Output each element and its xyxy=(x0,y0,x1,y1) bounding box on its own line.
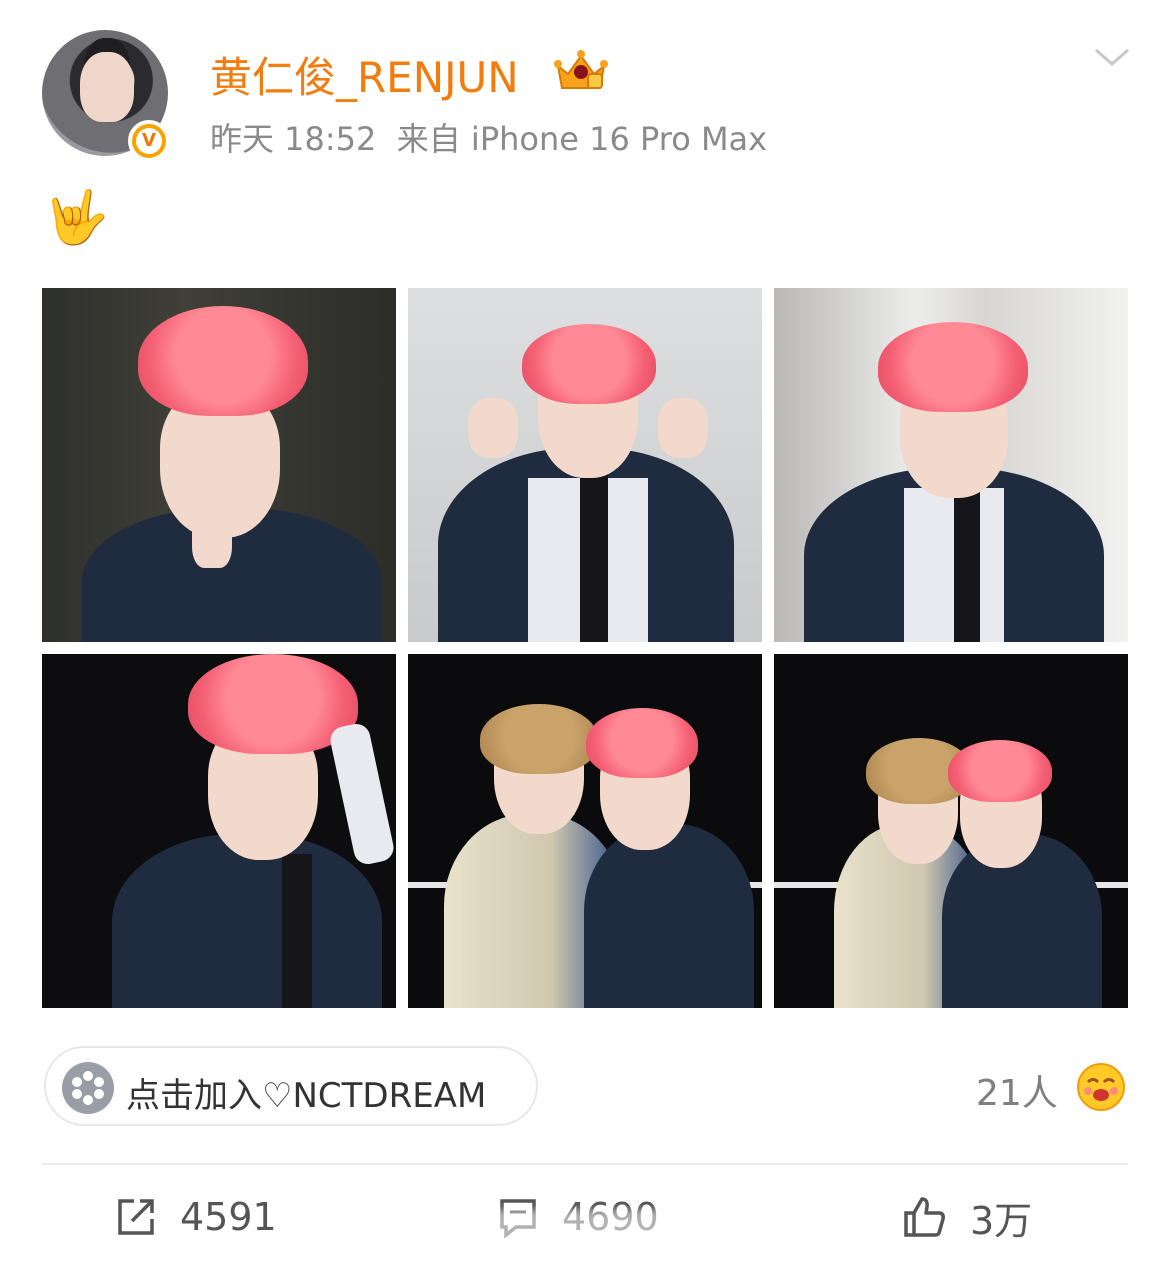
post-source: 来自 iPhone 16 Pro Max xyxy=(396,120,768,158)
chevron-down-icon[interactable] xyxy=(1092,42,1132,72)
like-button[interactable]: 3万 xyxy=(900,1190,1032,1244)
reaction-count[interactable]: 21人 xyxy=(976,1064,1058,1116)
post-time: 昨天 18:52 xyxy=(210,120,377,158)
reaction-emoji-icon[interactable] xyxy=(1076,1062,1126,1112)
photo-2[interactable] xyxy=(408,288,762,642)
repost-icon xyxy=(118,1199,154,1235)
photo-5[interactable] xyxy=(408,654,762,1008)
repost-count: 4591 xyxy=(180,1195,277,1239)
watermark-overlay xyxy=(450,1210,712,1256)
divider xyxy=(42,1163,1128,1165)
group-label: 点击加入♡NCTDREAM xyxy=(126,1076,487,1116)
photo-1[interactable] xyxy=(42,288,396,642)
photo-grid xyxy=(42,288,1128,1008)
author-name[interactable]: 黄仁俊_RENJUN xyxy=(210,44,519,105)
join-group-button[interactable]: 点击加入♡NCTDREAM xyxy=(44,1046,538,1126)
thumbs-up-icon xyxy=(904,1197,945,1237)
photo-4[interactable] xyxy=(42,654,396,1008)
repost-button[interactable]: 4591 xyxy=(114,1190,277,1244)
group-chat-icon xyxy=(62,1062,114,1114)
like-count: 3万 xyxy=(970,1198,1033,1243)
photo-3[interactable] xyxy=(774,288,1128,642)
photo-6[interactable] xyxy=(774,654,1128,1008)
post-content: 🤟 xyxy=(44,188,109,248)
avatar-face xyxy=(80,52,134,122)
post-meta: 昨天 18:52 来自 iPhone 16 Pro Max xyxy=(210,114,767,160)
verified-badge-icon: V xyxy=(128,120,170,162)
crown-icon[interactable] xyxy=(552,48,610,94)
